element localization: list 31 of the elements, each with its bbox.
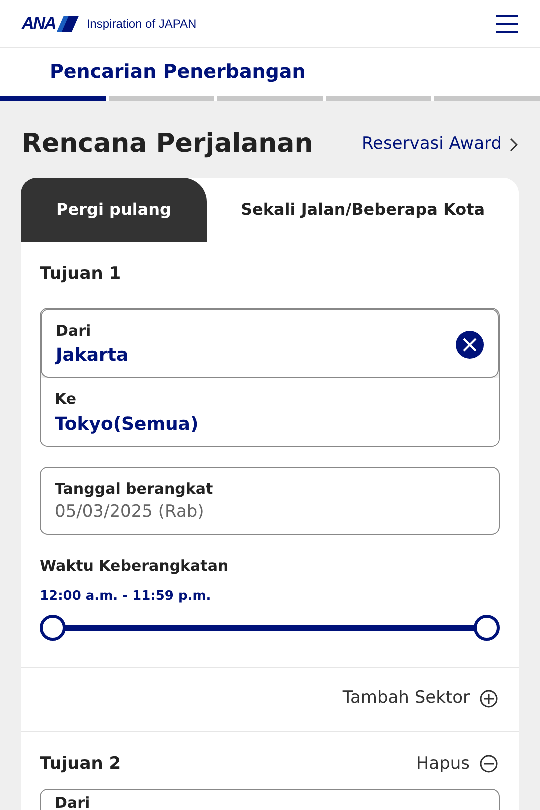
add-sector-button[interactable]: Tambah Sektor: [342, 686, 498, 712]
tagline: Inspiration of JAPAN: [86, 16, 197, 32]
logo-text: ANA: [22, 12, 56, 35]
logo-stripe-icon: [56, 16, 79, 32]
segment-title: Tujuan 2: [40, 752, 122, 776]
field-label: Dari: [55, 793, 90, 810]
page-heading: Pencarian Penerbangan: [49, 60, 306, 85]
chevron-right-icon: [510, 138, 518, 152]
slider-thumb[interactable]: [40, 614, 66, 640]
time-slider[interactable]: [40, 614, 500, 640]
field-label: Dari: [56, 320, 92, 342]
plus-circle-icon: [480, 690, 498, 708]
field-label: Ke: [55, 389, 77, 410]
field-value: Jakarta: [56, 344, 129, 368]
award-link[interactable]: Reservasi Award: [362, 132, 518, 158]
field-label: Tanggal berangkat: [55, 478, 214, 500]
page-title: Rencana Perjalanan: [22, 128, 314, 161]
slider-thumb[interactable]: [474, 614, 500, 640]
clear-icon[interactable]: [456, 330, 484, 358]
menu-icon[interactable]: [496, 14, 518, 32]
airport-field[interactable]: Dari: [40, 789, 500, 810]
airport-field[interactable]: Dari Jakarta: [41, 308, 499, 378]
trip-tab[interactable]: Pergi pulang: [21, 178, 207, 242]
time-range: 12:00 a.m. - 11:59 p.m.: [40, 588, 212, 606]
field-value: Tokyo(Semua): [55, 412, 199, 436]
field-value: 05/03/2025 (Rab): [55, 501, 204, 524]
time-label: Waktu Keberangkatan: [40, 556, 229, 576]
minus-circle-icon: [480, 755, 498, 774]
segment-title: Tujuan 1: [40, 263, 122, 286]
remove-button[interactable]: Hapus: [416, 752, 500, 777]
date-field[interactable]: Tanggal berangkat 05/03/2025 (Rab): [40, 466, 500, 534]
